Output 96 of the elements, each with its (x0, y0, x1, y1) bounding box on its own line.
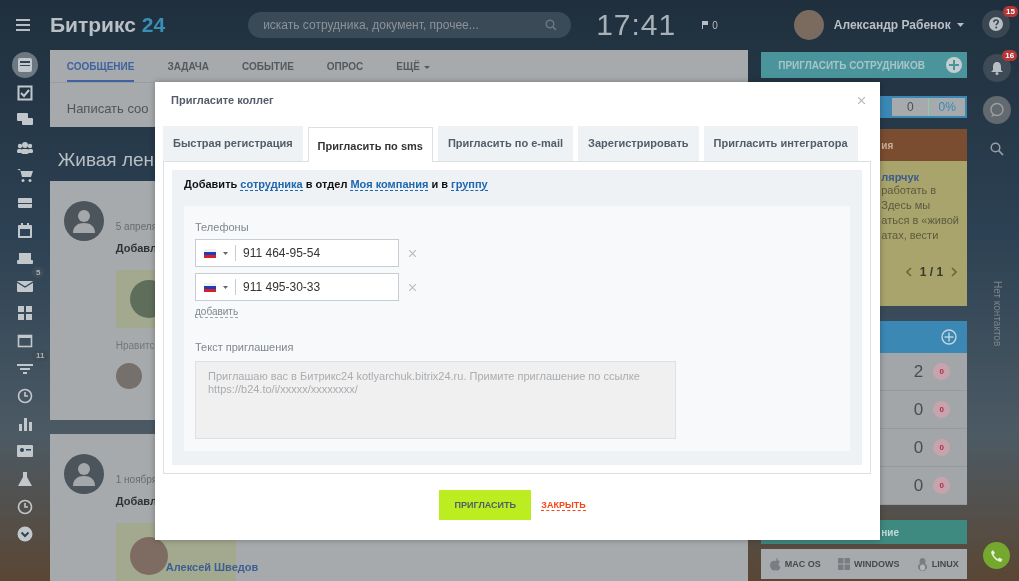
dialog-tab[interactable]: Пригласить по e-mail (437, 126, 574, 161)
clock-icon (16, 498, 33, 515)
user-silhouette-icon (63, 454, 104, 494)
counter-badge: 0 (933, 439, 951, 456)
field-label: Текст приглашения (195, 341, 295, 353)
menu-icon[interactable] (16, 19, 30, 31)
grid-icon (16, 305, 33, 322)
counter-badge: 0 (933, 477, 951, 494)
flag-icon (204, 248, 216, 258)
caret-icon (223, 285, 228, 289)
window-icon (16, 332, 33, 349)
help-badge: 15 (1003, 6, 1018, 17)
stat-percent: 0% (929, 98, 966, 116)
counter-badge: 5 (31, 266, 45, 278)
search-icon (545, 19, 558, 31)
card-text: работать в (881, 183, 938, 198)
feed-tab[interactable]: СООБЩЕНИЕ (66, 61, 135, 82)
clock-time: 17:41 (596, 8, 677, 42)
flask-icon (16, 470, 33, 487)
flag-count: 0 (712, 19, 718, 31)
chart-icon (16, 415, 33, 432)
dialog-tab[interactable]: Пригласить по sms (307, 127, 433, 162)
feed-tab[interactable]: ЗАДАЧА (167, 61, 210, 82)
card-icon (16, 443, 33, 460)
user-silhouette-icon (63, 200, 104, 241)
platform-link[interactable]: LINUX (916, 557, 959, 571)
message-field[interactable]: Приглашаю вас в Битрикс24 kotlyarchuk.bitrix24.ru. Примите приглашение по ссылке https://b24.to/i/xxxxx/xxxxxxxx/ (195, 361, 676, 439)
add-employee-text: Добавить сотрудника в отдел Моя компания и в группу (184, 178, 489, 193)
phone-call-button[interactable] (983, 542, 1011, 569)
plus-icon (946, 57, 963, 73)
close-link[interactable]: ЗАКРЫТЬ (541, 499, 586, 511)
sidebar-item[interactable] (11, 52, 38, 78)
dialog-tab[interactable]: Пригласить интегратора (703, 126, 858, 161)
counter-value: 0 (913, 475, 924, 496)
card-text: аться в «живой (881, 213, 960, 228)
counter-badge: 0 (933, 363, 951, 380)
field-label: Телефоны (195, 221, 250, 233)
user-avatar[interactable] (793, 10, 824, 40)
photo-placeholder (129, 537, 168, 575)
flag-counter[interactable]: 0 (702, 19, 718, 31)
search-icon[interactable] (990, 142, 1005, 156)
counter-value: 2 (913, 361, 924, 382)
platform-link[interactable]: WINDOWS (838, 558, 900, 570)
user-name[interactable]: Александр Рабенок (833, 18, 951, 32)
calendar-icon (16, 222, 33, 239)
dialog-tab[interactable]: Зарегистрировать (578, 126, 699, 161)
section-title: ия (881, 139, 894, 151)
dashed-link[interactable]: Моя компания (350, 178, 429, 191)
counter-badge: 11 (31, 349, 49, 361)
user-link[interactable]: лярчук (881, 171, 968, 183)
invite-button[interactable]: ПРИГЛАСИТЬ (439, 490, 532, 520)
chat-icon[interactable] (983, 96, 1012, 124)
logo[interactable]: Битрикс 24 (50, 13, 166, 37)
phone-field[interactable]: 911 495-30-33 (195, 273, 399, 301)
chevron-icon (16, 526, 33, 543)
flag-icon (204, 282, 216, 292)
clock-icon (16, 388, 33, 405)
post-date: 5 апреля (115, 220, 159, 232)
feed-tab[interactable]: ОПРОС (326, 61, 364, 82)
contacts-label: Нет контактов (991, 281, 1003, 347)
caret-icon[interactable] (956, 23, 964, 27)
people-icon (16, 139, 33, 156)
post-date: 1 ноября (115, 474, 159, 485)
card-text: Здесь мы (881, 198, 932, 213)
section-title: ние (881, 526, 899, 538)
author-name[interactable]: Алексей Шведов (165, 561, 259, 573)
feed-icon (16, 57, 33, 73)
task-icon (16, 84, 33, 101)
counter-value: 0 (913, 399, 924, 420)
drive-icon (16, 250, 33, 267)
add-phone-link[interactable]: добавить (195, 306, 239, 318)
penguin-icon (916, 557, 928, 571)
counter-badge: 0 (933, 401, 951, 418)
caret-icon (223, 251, 228, 255)
add-icon[interactable] (941, 329, 958, 345)
search-field[interactable]: искать сотрудника, документ, прочее... (248, 12, 572, 38)
page-indicator: 1 / 1 (919, 265, 944, 279)
flag-icon (702, 21, 709, 29)
dashed-link[interactable]: группу (451, 178, 488, 191)
stat-value: 0 (892, 98, 930, 116)
feed-tab[interactable]: ЕЩЁ (396, 61, 430, 82)
notification-badge: 16 (1002, 50, 1018, 61)
phone-icon (989, 548, 1004, 563)
platform-link[interactable]: MAC OS (769, 557, 821, 571)
phone-field[interactable]: 911 464-95-54 (195, 239, 399, 267)
dialog-title: Пригласите коллег (171, 94, 274, 108)
notifications-icon[interactable] (983, 54, 1012, 82)
apple-icon (769, 557, 781, 571)
counter-value: 0 (913, 437, 924, 458)
cart-icon (16, 167, 33, 184)
dialog-tab[interactable]: Быстрая регистрация (163, 126, 303, 161)
windows-icon (838, 558, 850, 570)
feed-title: Живая лен (56, 147, 155, 172)
dashed-link[interactable]: сотрудника (240, 178, 303, 191)
feed-tab[interactable]: СОБЫТИЕ (242, 61, 294, 82)
card-text: атах, вести (881, 228, 940, 243)
